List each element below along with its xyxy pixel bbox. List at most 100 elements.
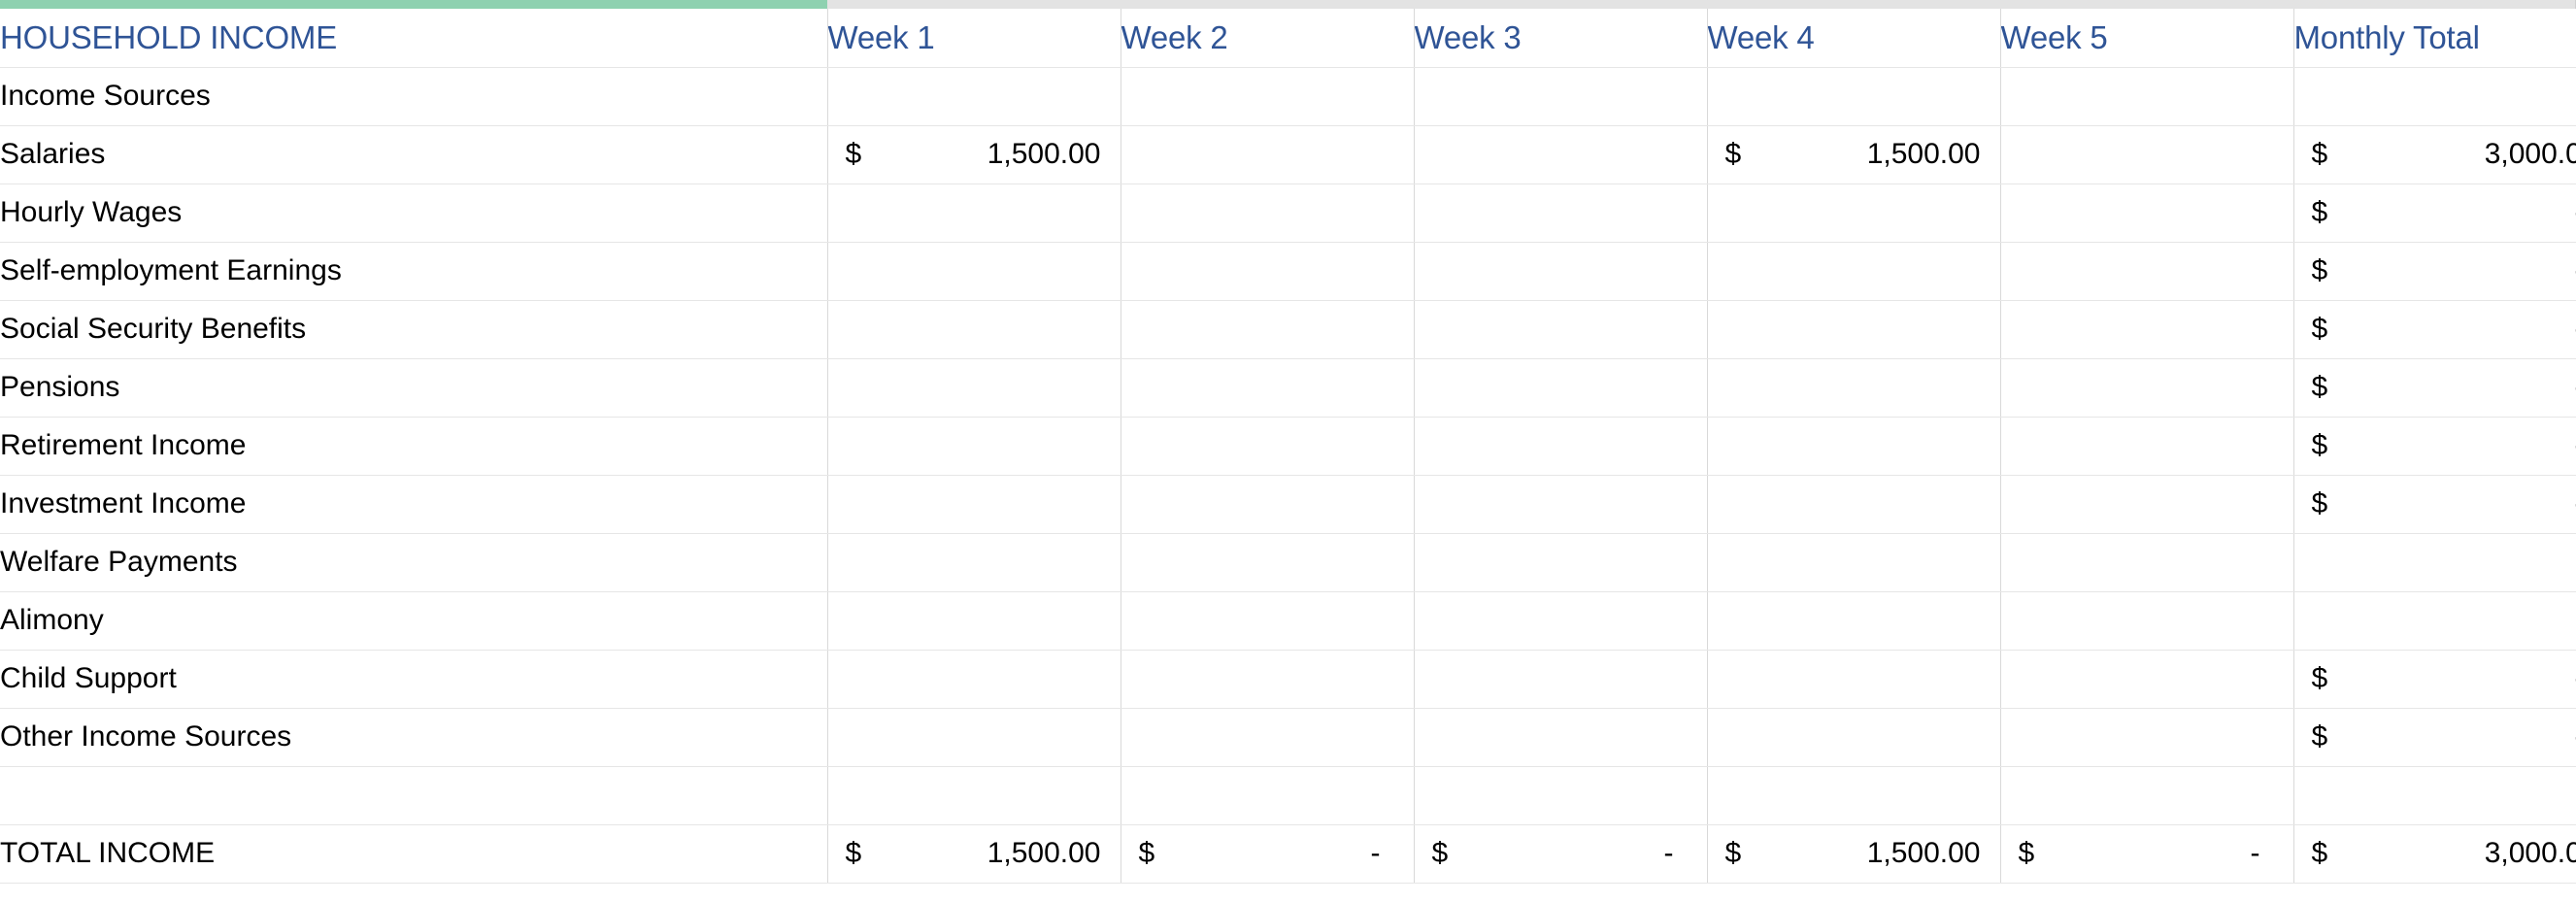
cell-r1-monthly-total[interactable]: $- (2293, 184, 2576, 243)
cell-r1-week-1[interactable] (827, 184, 1121, 243)
spacer-cell-week-5[interactable] (2000, 766, 2294, 825)
spacer-cell-week-3[interactable] (1414, 766, 1708, 825)
cell-r6-week-5[interactable] (2000, 475, 2294, 534)
cell-r2-week-2[interactable] (1121, 242, 1415, 301)
column-header-week-1[interactable]: Week 1 (827, 9, 1121, 68)
cell-r0-week-1[interactable]: $1,500.00 (827, 125, 1121, 184)
cell-r0-week-5[interactable] (2000, 125, 2294, 184)
section-cell-monthly-total[interactable] (2293, 67, 2576, 126)
cell-r2-monthly-total[interactable]: $- (2293, 242, 2576, 301)
cell-r0-week-2[interactable] (1121, 125, 1415, 184)
row-label-6[interactable]: Investment Income (0, 475, 828, 534)
spacer-cell-monthly-total[interactable] (2293, 766, 2576, 825)
cell-r7-week-4[interactable] (1707, 533, 2001, 592)
row-label-7[interactable]: Welfare Payments (0, 533, 828, 592)
cell-r10-monthly-total[interactable]: $- (2293, 708, 2576, 767)
section-heading-income-sources[interactable]: Income Sources (0, 67, 828, 126)
cell-r7-week-3[interactable] (1414, 533, 1708, 592)
section-cell-week-5[interactable] (2000, 67, 2294, 126)
cell-r7-monthly-total[interactable] (2293, 533, 2576, 592)
row-label-10[interactable]: Other Income Sources (0, 708, 828, 767)
section-cell-week-2[interactable] (1121, 67, 1415, 126)
cell-r5-week-3[interactable] (1414, 417, 1708, 476)
total-income-week-3[interactable]: $ - (1414, 824, 1708, 884)
row-label-9[interactable]: Child Support (0, 650, 828, 709)
cell-r10-week-5[interactable] (2000, 708, 2294, 767)
cell-r0-monthly-total[interactable]: $3,000.00 (2293, 125, 2576, 184)
cell-r1-week-5[interactable] (2000, 184, 2294, 243)
cell-r2-week-5[interactable] (2000, 242, 2294, 301)
cell-r8-monthly-total[interactable] (2293, 591, 2576, 651)
cell-r8-week-4[interactable] (1707, 591, 2001, 651)
cell-r1-week-4[interactable] (1707, 184, 2001, 243)
total-income-label[interactable]: TOTAL INCOME (0, 824, 828, 884)
section-cell-week-4[interactable] (1707, 67, 2001, 126)
cell-r9-week-2[interactable] (1121, 650, 1415, 709)
cell-r8-week-5[interactable] (2000, 591, 2294, 651)
cell-r6-week-4[interactable] (1707, 475, 2001, 534)
cell-r9-week-4[interactable] (1707, 650, 2001, 709)
cell-r8-week-1[interactable] (827, 591, 1121, 651)
cell-r9-week-3[interactable] (1414, 650, 1708, 709)
column-header-week-5[interactable]: Week 5 (2000, 9, 2294, 68)
cell-r6-week-1[interactable] (827, 475, 1121, 534)
spacer-cell-week-1[interactable] (827, 766, 1121, 825)
row-label-8[interactable]: Alimony (0, 591, 828, 651)
cell-r9-week-1[interactable] (827, 650, 1121, 709)
cell-r8-week-3[interactable] (1414, 591, 1708, 651)
cell-r4-week-2[interactable] (1121, 358, 1415, 418)
row-label-0[interactable]: Salaries (0, 125, 828, 184)
section-cell-week-3[interactable] (1414, 67, 1708, 126)
spacer-label-cell[interactable] (0, 766, 828, 825)
cell-r4-week-3[interactable] (1414, 358, 1708, 418)
cell-r2-week-4[interactable] (1707, 242, 2001, 301)
cell-r5-week-5[interactable] (2000, 417, 2294, 476)
total-income-week-2[interactable]: $ - (1121, 824, 1415, 884)
cell-r3-week-5[interactable] (2000, 300, 2294, 359)
cell-r10-week-1[interactable] (827, 708, 1121, 767)
cell-r3-monthly-total[interactable]: $- (2293, 300, 2576, 359)
cell-r10-week-4[interactable] (1707, 708, 2001, 767)
cell-r2-week-3[interactable] (1414, 242, 1708, 301)
column-header-week-3[interactable]: Week 3 (1414, 9, 1708, 68)
cell-r5-week-2[interactable] (1121, 417, 1415, 476)
cell-r10-week-2[interactable] (1121, 708, 1415, 767)
total-income-week-4[interactable]: $1,500.00 (1707, 824, 2001, 884)
cell-r3-week-4[interactable] (1707, 300, 2001, 359)
total-income-monthly-total[interactable]: $3,000.00 (2293, 824, 2576, 884)
cell-r6-monthly-total[interactable]: $- (2293, 475, 2576, 534)
cell-r4-monthly-total[interactable]: $- (2293, 358, 2576, 418)
total-income-week-1[interactable]: $1,500.00 (827, 824, 1121, 884)
cell-r6-week-2[interactable] (1121, 475, 1415, 534)
spacer-cell-week-2[interactable] (1121, 766, 1415, 825)
cell-r9-week-5[interactable] (2000, 650, 2294, 709)
spacer-cell-week-4[interactable] (1707, 766, 2001, 825)
row-label-4[interactable]: Pensions (0, 358, 828, 418)
cell-r0-week-3[interactable] (1414, 125, 1708, 184)
cell-r3-week-3[interactable] (1414, 300, 1708, 359)
row-label-5[interactable]: Retirement Income (0, 417, 828, 476)
cell-r3-week-2[interactable] (1121, 300, 1415, 359)
cell-r5-week-1[interactable] (827, 417, 1121, 476)
cell-r4-week-5[interactable] (2000, 358, 2294, 418)
cell-r5-monthly-total[interactable]: $- (2293, 417, 2576, 476)
cell-r8-week-2[interactable] (1121, 591, 1415, 651)
total-income-week-5[interactable]: $ - (2000, 824, 2294, 884)
cell-r4-week-4[interactable] (1707, 358, 2001, 418)
cell-r5-week-4[interactable] (1707, 417, 2001, 476)
row-label-2[interactable]: Self-employment Earnings (0, 242, 828, 301)
cell-r7-week-2[interactable] (1121, 533, 1415, 592)
cell-r10-week-3[interactable] (1414, 708, 1708, 767)
row-label-1[interactable]: Hourly Wages (0, 184, 828, 243)
cell-r1-week-3[interactable] (1414, 184, 1708, 243)
row-label-3[interactable]: Social Security Benefits (0, 300, 828, 359)
cell-r6-week-3[interactable] (1414, 475, 1708, 534)
cell-r7-week-1[interactable] (827, 533, 1121, 592)
cell-r0-week-4[interactable]: $1,500.00 (1707, 125, 2001, 184)
cell-r7-week-5[interactable] (2000, 533, 2294, 592)
section-cell-week-1[interactable] (827, 67, 1121, 126)
cell-r2-week-1[interactable] (827, 242, 1121, 301)
cell-r4-week-1[interactable] (827, 358, 1121, 418)
cell-r1-week-2[interactable] (1121, 184, 1415, 243)
column-header-week-4[interactable]: Week 4 (1707, 9, 2001, 68)
